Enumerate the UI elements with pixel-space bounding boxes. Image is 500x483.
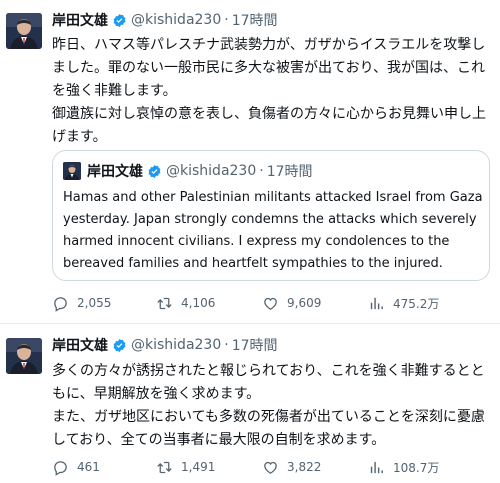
author-handle[interactable]: @kishida230 [131, 337, 221, 353]
tweet-header: 岸田文雄 @kishida230 · 17時間 [52, 335, 278, 355]
quoted-text: Hamas and other Palestinian militants at… [63, 190, 483, 271]
retweet-icon [157, 461, 172, 473]
quoted-header: 岸田文雄 @kishida230 · 17時間 [87, 161, 313, 181]
tweet-paragraph: また、ガザ地区においても多数の死傷者が出ていることを深刻に憂慮しており、全ての当… [52, 409, 485, 448]
views-button[interactable]: 108.7万 [368, 457, 439, 477]
quoted-author-handle: @kishida230 [166, 163, 257, 179]
retweet-count: 1,491 [181, 460, 216, 474]
separator-dot: · [224, 12, 229, 28]
like-button[interactable]: 9,609 [262, 293, 321, 313]
views-icon [370, 297, 383, 309]
timestamp[interactable]: 17時間 [232, 10, 278, 30]
reply-icon [54, 296, 67, 312]
views-icon [370, 461, 383, 473]
retweet-icon [157, 297, 172, 309]
author-handle[interactable]: @kishida230 [131, 12, 221, 28]
tweet-paragraph: 御遺族に対し哀悼の意を表し、負傷者の方々に心からお見舞い申し上げます。 [52, 106, 486, 145]
separator-dot: · [224, 337, 229, 353]
avatar[interactable] [6, 338, 42, 374]
tweet-text: 多くの方々が誘拐されたと報じられており、これを強く非難するとともに、早期解放を強… [52, 360, 492, 452]
tweet-2[interactable]: 岸田文雄 @kishida230 · 17時間 多くの方々が誘拐されたと報じられ… [0, 327, 500, 483]
author-name[interactable]: 岸田文雄 [52, 335, 108, 355]
reply-button[interactable]: 2,055 [52, 293, 111, 313]
like-count: 3,822 [287, 460, 322, 474]
quoted-author-name: 岸田文雄 [87, 164, 143, 180]
verified-badge-icon [148, 164, 161, 178]
tweet-divider [0, 323, 500, 324]
reply-button[interactable]: 461 [52, 457, 100, 477]
retweet-count: 4,106 [181, 296, 216, 310]
quoted-tweet[interactable]: 岸田文雄 @kishida230 · 17時間 Hamas and other … [52, 150, 490, 281]
quoted-avatar [63, 162, 81, 180]
views-count: 108.7万 [393, 460, 440, 475]
reply-count: 461 [77, 460, 100, 474]
verified-badge-icon [113, 338, 126, 352]
like-count: 9,609 [287, 296, 322, 310]
action-bar: 2,055 4,106 9,609 475.2万 [52, 293, 492, 313]
tweet-header: 岸田文雄 @kishida230 · 17時間 [52, 10, 278, 30]
retweet-button[interactable]: 1,491 [156, 457, 215, 477]
views-button[interactable]: 475.2万 [368, 293, 439, 313]
reply-icon [54, 460, 67, 476]
avatar[interactable] [6, 13, 42, 49]
author-name[interactable]: 岸田文雄 [52, 10, 108, 30]
separator-dot: · [259, 163, 264, 179]
retweet-button[interactable]: 4,106 [156, 293, 215, 313]
tweet-text: 昨日、ハマス等パレスチナ武装勢力が、ガザからイスラエルを攻撃しました。罪のない一… [52, 34, 492, 149]
action-bar: 461 1,491 3,822 108.7万 [52, 457, 492, 477]
like-icon [264, 297, 277, 310]
like-icon [264, 461, 277, 474]
reply-count: 2,055 [77, 296, 112, 310]
views-count: 475.2万 [393, 296, 440, 311]
quoted-timestamp: 17時間 [266, 164, 313, 180]
tweet-paragraph: 昨日、ハマス等パレスチナ武装勢力が、ガザからイスラエルを攻撃しました。罪のない一… [52, 37, 486, 99]
timestamp[interactable]: 17時間 [232, 335, 278, 355]
tweet-1[interactable]: 岸田文雄 @kishida230 · 17時間 昨日、ハマス等パレスチナ武装勢力… [0, 0, 500, 322]
verified-badge-icon [113, 13, 126, 27]
like-button[interactable]: 3,822 [262, 457, 321, 477]
tweet-paragraph: 多くの方々が誘拐されたと報じられており、これを強く非難するとともに、早期解放を強… [52, 363, 485, 402]
